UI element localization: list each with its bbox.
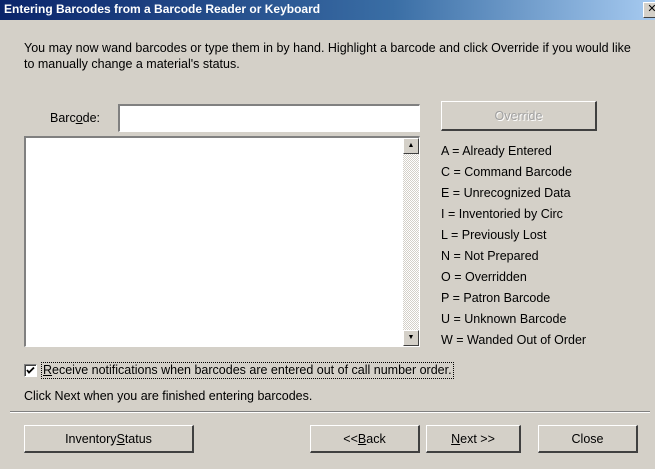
instructions-text: You may now wand barcodes or type them i… — [24, 41, 631, 71]
barcode-input[interactable] — [118, 104, 420, 132]
barcode-label: Barcode: — [50, 111, 101, 125]
window-title: Entering Barcodes from a Barcode Reader … — [4, 2, 321, 16]
close-button[interactable]: Close — [538, 425, 638, 453]
next-button[interactable]: Next >> — [426, 425, 521, 453]
back-button[interactable]: << Back — [310, 425, 420, 453]
legend-item: U = Unknown Barcode — [441, 312, 567, 326]
barcode-list[interactable]: ▲ ▼ — [24, 136, 420, 347]
status-legend: A = Already Entered C = Command Barcode E … — [441, 143, 586, 353]
legend-item: I = Inventoried by Circ — [441, 207, 563, 221]
legend-item: P = Patron Barcode — [441, 291, 551, 305]
notifications-label[interactable]: Receive notifications when barcodes are … — [41, 362, 454, 379]
notifications-option[interactable]: Receive notifications when barcodes are … — [24, 362, 454, 379]
finish-hint: Click Next when you are finished enterin… — [24, 389, 313, 403]
checkmark-icon — [26, 366, 35, 374]
legend-item: A = Already Entered — [441, 144, 552, 158]
override-button[interactable]: Override — [441, 101, 597, 131]
scroll-up-icon[interactable]: ▲ — [403, 138, 419, 154]
legend-item: C = Command Barcode — [441, 165, 572, 179]
title-bar: Entering Barcodes from a Barcode Reader … — [0, 0, 655, 20]
scroll-down-icon[interactable]: ▼ — [403, 330, 419, 346]
legend-item: O = Overridden — [441, 270, 527, 284]
inventory-status-button[interactable]: Inventory Status — [24, 425, 194, 453]
close-icon[interactable]: ✕ — [643, 2, 655, 18]
notifications-checkbox[interactable] — [24, 364, 37, 377]
override-button-label: Override — [494, 108, 543, 123]
list-scrollbar[interactable]: ▲ ▼ — [403, 138, 419, 346]
legend-item: L = Previously Lost — [441, 228, 547, 242]
legend-item: E = Unrecognized Data — [441, 186, 571, 200]
legend-item: N = Not Prepared — [441, 249, 539, 263]
divider — [10, 411, 650, 413]
legend-item: W = Wanded Out of Order — [441, 333, 587, 347]
